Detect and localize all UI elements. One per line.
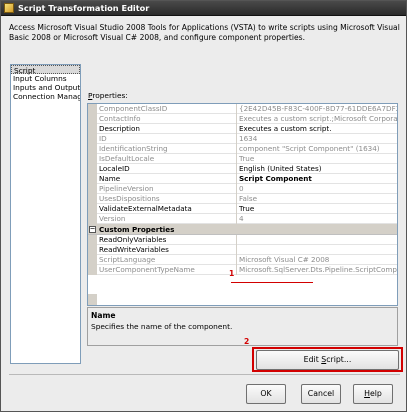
property-row-usercomponenttypename[interactable]: UserComponentTypeName Microsoft.SqlServer… <box>88 265 397 275</box>
title-bar[interactable]: Script Transformation Editor <box>1 1 406 16</box>
property-grid[interactable]: ComponentClassID {2E42D45B-F83C-400F-8D77… <box>87 103 398 306</box>
row-gutter <box>88 214 97 224</box>
property-help-pane: Name Specifies the name of the component… <box>87 307 398 346</box>
property-name: UserComponentTypeName <box>98 265 237 275</box>
property-row-isdefaultlocale[interactable]: IsDefaultLocale True <box>88 154 397 164</box>
property-row-name[interactable]: Name Script Component <box>88 174 397 184</box>
property-row-validateexternalmetadata[interactable]: ValidateExternalMetadata True <box>88 204 397 214</box>
editor-description: Access Microsoft Visual Studio 2008 Tool… <box>9 23 400 42</box>
property-name: IdentificationString <box>98 144 237 154</box>
section-label: Custom Properties <box>99 225 175 234</box>
property-row-identificationstring[interactable]: IdentificationString component "Script Co… <box>88 144 397 154</box>
property-name: ID <box>98 134 237 144</box>
property-value: False <box>239 194 258 203</box>
property-value[interactable] <box>238 245 397 255</box>
row-gutter <box>88 144 97 154</box>
collapse-icon[interactable]: − <box>89 225 96 233</box>
row-gutter <box>88 255 97 265</box>
nav-item-connection-managers[interactable]: Connection Managers <box>11 92 80 101</box>
properties-label: Properties: <box>88 91 128 100</box>
row-gutter <box>88 174 97 184</box>
nav-item-script[interactable]: Script <box>11 65 80 75</box>
property-row-version[interactable]: Version 4 <box>88 214 397 224</box>
row-gutter <box>88 134 97 144</box>
custom-properties-section[interactable]: − Custom Properties <box>88 224 397 235</box>
button-separator <box>9 374 400 375</box>
row-gutter <box>88 154 97 164</box>
row-gutter <box>88 124 97 134</box>
cancel-button[interactable]: Cancel <box>301 384 341 404</box>
property-row-readwritevariables[interactable]: ReadWriteVariables <box>88 245 397 255</box>
property-name: ScriptLanguage <box>98 255 237 265</box>
property-row-usesdispositions[interactable]: UsesDispositions False <box>88 194 397 204</box>
property-row-scriptlanguage[interactable]: ScriptLanguage Microsoft Visual C# 2008 <box>88 255 397 265</box>
row-gutter <box>88 164 97 174</box>
property-name: Version <box>98 214 237 224</box>
property-value[interactable]: Script Component <box>238 174 397 184</box>
annotation-underline <box>231 282 313 283</box>
script-transformation-editor-window: Script Transformation Editor Access Micr… <box>0 0 407 412</box>
property-row-pipelineversion[interactable]: PipelineVersion 0 <box>88 184 397 194</box>
property-value: 4 <box>239 214 244 223</box>
row-gutter <box>88 194 97 204</box>
row-gutter <box>88 265 97 275</box>
nav-item-inputs-and-outputs[interactable]: Inputs and Outputs <box>11 83 80 92</box>
edit-script-button[interactable]: Edit Script... <box>256 350 399 370</box>
property-value: Executes a custom script.;Microsoft Corp… <box>239 114 398 123</box>
property-name: Name <box>98 174 237 184</box>
property-name: ComponentClassID <box>98 104 237 114</box>
property-name: ValidateExternalMetadata <box>98 204 237 214</box>
property-name: ReadWriteVariables <box>98 245 237 255</box>
app-icon <box>4 3 14 13</box>
property-value: 0 <box>239 184 244 193</box>
property-value: Microsoft Visual C# 2008 <box>239 255 330 264</box>
annotation-marker-1: 1 <box>229 269 235 278</box>
row-gutter <box>88 204 97 214</box>
property-row-id[interactable]: ID 1634 <box>88 134 397 144</box>
ok-button[interactable]: OK <box>246 384 286 404</box>
property-value[interactable]: English (United States) <box>238 164 397 174</box>
grid-gutter-filler <box>88 294 97 305</box>
property-value: 1634 <box>239 134 258 143</box>
nav-item-input-columns[interactable]: Input Columns <box>11 74 80 83</box>
property-value: Microsoft.SqlServer.Dts.Pipeline.ScriptC… <box>239 265 397 274</box>
help-text: Specifies the name of the component. <box>91 322 233 331</box>
window-title: Script Transformation Editor <box>18 3 150 13</box>
property-row-contactinfo[interactable]: ContactInfo Executes a custom script.;Mic… <box>88 114 397 124</box>
row-gutter <box>88 114 97 124</box>
property-value: True <box>239 154 255 163</box>
property-value: {2E42D45B-F83C-400F-8D77-61DDE6A7DF29} <box>239 104 398 113</box>
property-name: UsesDispositions <box>98 194 237 204</box>
property-row-componentclassid[interactable]: ComponentClassID {2E42D45B-F83C-400F-8D77… <box>88 104 397 114</box>
property-name: Description <box>98 124 237 134</box>
property-row-localeid[interactable]: LocaleID English (United States) <box>88 164 397 174</box>
row-gutter <box>88 184 97 194</box>
property-row-description[interactable]: Description Executes a custom script. <box>88 124 397 134</box>
property-name: IsDefaultLocale <box>98 154 237 164</box>
property-value[interactable]: True <box>238 204 397 214</box>
property-name: ReadOnlyVariables <box>98 235 237 245</box>
property-row-readonlyvariables[interactable]: ReadOnlyVariables <box>88 235 397 245</box>
property-name: PipelineVersion <box>98 184 237 194</box>
property-value: component "Script Component" (1634) <box>239 144 380 153</box>
property-name: LocaleID <box>98 164 237 174</box>
property-value[interactable]: Executes a custom script. <box>238 124 397 134</box>
annotation-marker-2: 2 <box>244 337 250 346</box>
help-title: Name <box>91 311 116 320</box>
row-gutter <box>88 235 97 245</box>
page-nav-list[interactable]: Script Input Columns Inputs and Outputs Con… <box>10 64 81 364</box>
row-gutter <box>88 245 97 255</box>
property-name: ContactInfo <box>98 114 237 124</box>
property-value[interactable] <box>238 235 397 245</box>
row-gutter <box>88 104 97 114</box>
help-button[interactable]: Help <box>353 384 393 404</box>
